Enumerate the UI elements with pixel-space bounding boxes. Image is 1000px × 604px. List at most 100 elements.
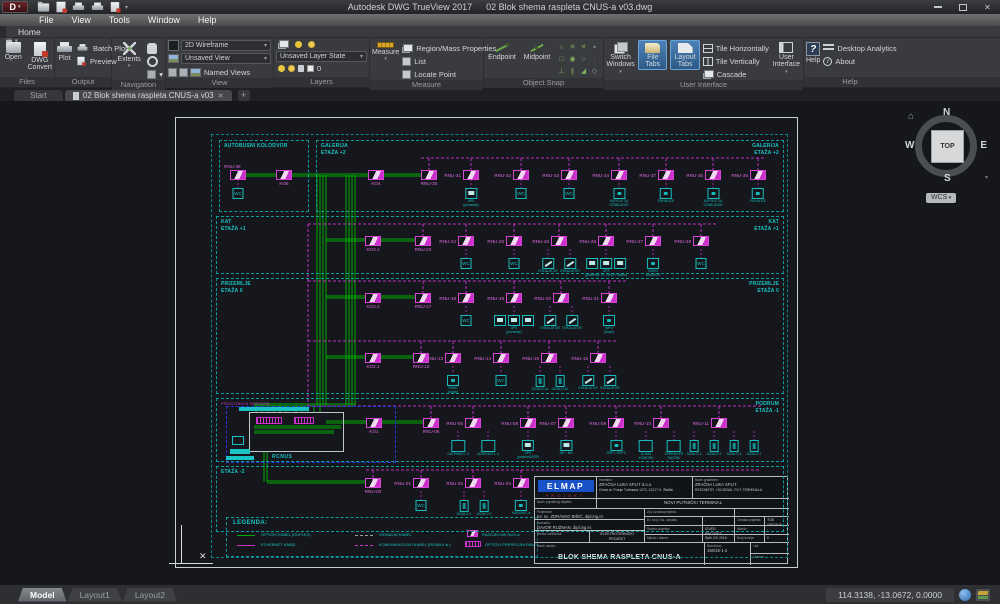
view-dropdown[interactable]: Unsaved View: [181, 53, 271, 64]
snap-mode-icon[interactable]: ∥: [567, 66, 578, 78]
tab-layout2[interactable]: Layout2: [123, 588, 177, 602]
switch-windows-button[interactable]: Switch Windows▾: [606, 40, 635, 75]
user-interface-button[interactable]: User Interface▾: [772, 40, 801, 75]
orbit-button[interactable]: [147, 55, 163, 67]
snap-mode-icon[interactable]: ✕: [578, 42, 589, 54]
cascade-button[interactable]: Cascade: [703, 68, 769, 80]
panel-label-layers: Layers: [274, 77, 369, 87]
home-icon[interactable]: ⌂: [908, 111, 914, 122]
snap-mode-icon[interactable]: ◉: [567, 54, 578, 66]
file-tabs-toggle[interactable]: File Tabs: [638, 40, 667, 70]
tab-layout1[interactable]: Layout1: [68, 588, 122, 602]
viewcube-top-face[interactable]: TOP: [931, 130, 964, 163]
compass-north[interactable]: N: [943, 107, 950, 118]
new-tab-button[interactable]: +: [238, 90, 250, 101]
maximize-button[interactable]: [950, 0, 975, 14]
bulb-icon[interactable]: [278, 65, 285, 72]
menu-help[interactable]: Help: [189, 15, 226, 25]
drawing-device: WC: [416, 500, 427, 511]
layer-state-dropdown[interactable]: Unsaved Layer State: [276, 51, 367, 62]
region-mass-properties-button[interactable]: Region/Mass Properties: [402, 42, 496, 54]
named-views-icon[interactable]: [179, 68, 188, 77]
compass-west[interactable]: W: [905, 140, 914, 151]
drawing-device: KLIMA KOMORA: [639, 440, 654, 461]
qat-dropdown-icon[interactable]: ▾: [125, 4, 128, 11]
viewcube-menu-icon[interactable]: ▾: [985, 174, 988, 181]
app-menu-button[interactable]: D▾: [2, 1, 28, 13]
viewport-icon[interactable]: [168, 68, 177, 77]
compass-south[interactable]: S: [944, 173, 951, 184]
help-button[interactable]: ?Help: [806, 40, 820, 64]
qat-batchplot-icon[interactable]: [111, 2, 119, 12]
open-button[interactable]: Open: [2, 40, 25, 61]
measure-button[interactable]: Measure▾: [372, 40, 399, 63]
snap-mode-icon[interactable]: □: [556, 54, 567, 66]
tile-vertically-button[interactable]: Tile Vertically: [703, 55, 769, 67]
visual-style-dropdown[interactable]: 2D Wireframe: [181, 40, 271, 51]
drawing-node: RNU-15: [541, 353, 557, 363]
layer-thaw-icon[interactable]: [308, 41, 315, 48]
about-button[interactable]: iAbout: [823, 55, 896, 67]
locate-point-button[interactable]: Locate Point: [402, 68, 496, 80]
isolate-objects-icon[interactable]: [976, 589, 990, 601]
qat-open-icon[interactable]: [38, 3, 49, 11]
pan-button[interactable]: [147, 42, 163, 54]
plot-button[interactable]: Plot: [57, 40, 72, 62]
coordinates-readout[interactable]: 114.3138, -13.0672, 0.0000: [826, 588, 954, 602]
drawing-node: RNU-03: [365, 478, 381, 488]
snap-mode-icon[interactable]: ⊥: [556, 66, 567, 78]
drawing-node: KO1: [366, 418, 382, 428]
viewcube[interactable]: ⌂ N W E S TOP ▾ WCS: [908, 109, 988, 203]
endpoint-snap-button[interactable]: Endpoint: [486, 40, 518, 61]
compass-east[interactable]: E: [980, 140, 987, 151]
locate-icon: [402, 70, 411, 79]
midpoint-snap-button[interactable]: Midpoint: [521, 40, 553, 61]
graphics-performance-icon[interactable]: [959, 589, 971, 601]
list-button[interactable]: List: [402, 55, 496, 67]
current-layer-name: 0: [317, 64, 321, 73]
layout-tabs-toggle[interactable]: Layout Tabs: [670, 40, 699, 70]
drawing-node: KO2.1: [365, 353, 381, 363]
snap-mode-icon[interactable]: ◢: [578, 66, 589, 78]
snap-mode-icon[interactable]: ○: [578, 54, 589, 66]
drawing-device: WC: [496, 375, 507, 386]
panel-label-files: Files: [0, 77, 54, 87]
qat-preview-icon[interactable]: [92, 3, 103, 12]
tab-model[interactable]: Model: [18, 588, 67, 602]
tile-horizontally-button[interactable]: Tile Horizontally: [703, 42, 769, 54]
drawing-node: RNU-17: [415, 293, 431, 303]
close-button[interactable]: ✕: [975, 0, 1000, 14]
minimize-button[interactable]: [925, 0, 950, 14]
named-views-button[interactable]: Named Views: [190, 66, 250, 78]
sun-icon[interactable]: [288, 65, 295, 72]
snap-mode-icon[interactable]: ·: [589, 54, 600, 66]
menu-view[interactable]: View: [63, 15, 100, 25]
snap-mode-icon[interactable]: ▪: [589, 42, 600, 54]
dwg-convert-button[interactable]: DWG Convert: [28, 40, 53, 72]
layer-properties-icon[interactable]: [278, 40, 289, 49]
titlebar: D▾ ▾ Autodesk DWG TrueView 201702 Blok s…: [0, 0, 1000, 14]
snap-mode-icon[interactable]: ◇: [589, 66, 600, 78]
snap-mode-icon[interactable]: ✕: [567, 42, 578, 54]
menu-window[interactable]: Window: [139, 15, 189, 25]
snap-mode-icon[interactable]: ○: [556, 42, 567, 54]
drawing-device: VIDEO NADZOR: [646, 258, 660, 278]
drawing-node: RNU-21: [601, 293, 617, 303]
drawing-device: DIZALO 4: [707, 440, 722, 457]
model-space-canvas[interactable]: RCNUS LEGENDA: OPTIČKI KABEL (DUPLEX) ET…: [0, 101, 1000, 585]
menu-tools[interactable]: Tools: [100, 15, 139, 25]
tab-start[interactable]: Start: [14, 90, 63, 101]
qat-plot-icon[interactable]: [73, 3, 84, 12]
menu-file[interactable]: File: [30, 15, 63, 25]
layer-on-icon[interactable]: [295, 41, 302, 48]
qat-convert-icon[interactable]: [57, 2, 66, 13]
tab-active-drawing[interactable]: 02 Blok shema raspleta CNUS-a v03 ✕: [65, 90, 232, 101]
zoom-extents-button[interactable]: Extents▾: [114, 40, 144, 70]
tab-close-icon[interactable]: ✕: [218, 92, 224, 100]
desktop-analytics-button[interactable]: Desktop Analytics: [823, 42, 896, 54]
lock-icon[interactable]: [298, 65, 304, 72]
zoom-flyout-button[interactable]: ▾: [147, 68, 163, 80]
tile-horizontal-icon: [703, 44, 713, 53]
wcs-dropdown[interactable]: WCS: [926, 193, 956, 203]
tab-home[interactable]: Home: [6, 26, 1000, 37]
